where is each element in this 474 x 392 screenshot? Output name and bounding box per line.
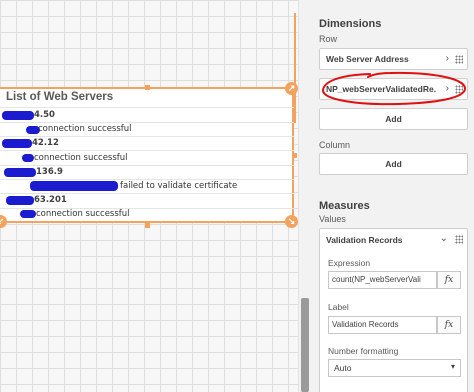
table-divider (0, 165, 294, 166)
selection-edge (294, 13, 296, 123)
measure-validation-records: Validation Records ⌄ Expression count(NP… (319, 228, 468, 392)
annotation-circle (322, 71, 466, 106)
server-address-cell: 4.50 (34, 110, 55, 120)
table-divider (0, 193, 294, 194)
redaction-mark (22, 154, 34, 162)
label-editor-fx-button[interactable]: fx (437, 316, 461, 334)
redaction-mark (2, 111, 34, 120)
server-address-cell: 136.9 (36, 167, 63, 177)
add-column-button[interactable]: Add (319, 153, 468, 175)
dimension-label: Web Server Address (326, 54, 409, 64)
table-object[interactable]: List of Web Servers 4.50 connection succ… (0, 87, 294, 223)
canvas-scrollbar[interactable] (298, 0, 310, 392)
drag-handle-icon[interactable] (455, 235, 463, 244)
resize-corner-icon[interactable]: ↘ (285, 215, 298, 228)
expression-input[interactable]: count(NP_webServerVali (328, 271, 437, 289)
properties-panel: Dimensions Row Web Server Address › NP_w… (310, 0, 474, 392)
table-divider (0, 136, 294, 137)
server-address-cell: 63.201 (34, 195, 67, 205)
measures-heading: Measures (319, 200, 370, 212)
expression-label: Expression (328, 258, 371, 268)
chevron-right-icon[interactable]: › (446, 53, 449, 64)
table-title: List of Web Servers (6, 91, 114, 103)
resize-handle-bottom[interactable] (145, 223, 150, 228)
chevron-down-icon[interactable]: ⌄ (440, 233, 448, 244)
resize-corner-icon[interactable]: ↗ (285, 82, 298, 95)
label-input[interactable]: Validation Records (328, 316, 437, 334)
caret-down-icon: ▾ (450, 362, 455, 371)
redaction-mark (30, 181, 118, 191)
scrollbar-thumb[interactable] (301, 298, 309, 392)
measure-title[interactable]: Validation Records (326, 235, 403, 245)
table-divider (0, 179, 294, 180)
table-divider (0, 122, 294, 123)
dimensions-heading: Dimensions (319, 18, 382, 30)
status-cell: connection successful (36, 209, 130, 219)
row-label: Row (319, 34, 338, 44)
column-label: Column (319, 140, 351, 150)
number-formatting-select[interactable]: Auto ▾ (328, 359, 461, 377)
redaction-mark (2, 139, 32, 148)
table-divider (0, 107, 294, 108)
redaction-mark (6, 196, 34, 205)
table-divider (0, 150, 294, 151)
resize-handle-right[interactable] (292, 153, 297, 158)
add-row-button[interactable]: Add (319, 108, 468, 130)
status-cell: connection successful (38, 124, 132, 134)
number-formatting-value: Auto (334, 363, 352, 373)
server-address-cell: 42.12 (32, 138, 59, 148)
status-cell: connection successful (34, 153, 128, 163)
redaction-mark (4, 168, 36, 177)
number-formatting-label: Number formatting (328, 346, 399, 356)
drag-handle-icon[interactable] (455, 55, 463, 64)
label-label: Label (328, 302, 349, 312)
values-label: Values (319, 214, 346, 224)
resize-handle-top[interactable] (145, 85, 150, 90)
redaction-mark (20, 210, 36, 218)
expression-editor-fx-button[interactable]: fx (437, 271, 461, 289)
status-cell: failed to validate certificate (120, 181, 238, 191)
